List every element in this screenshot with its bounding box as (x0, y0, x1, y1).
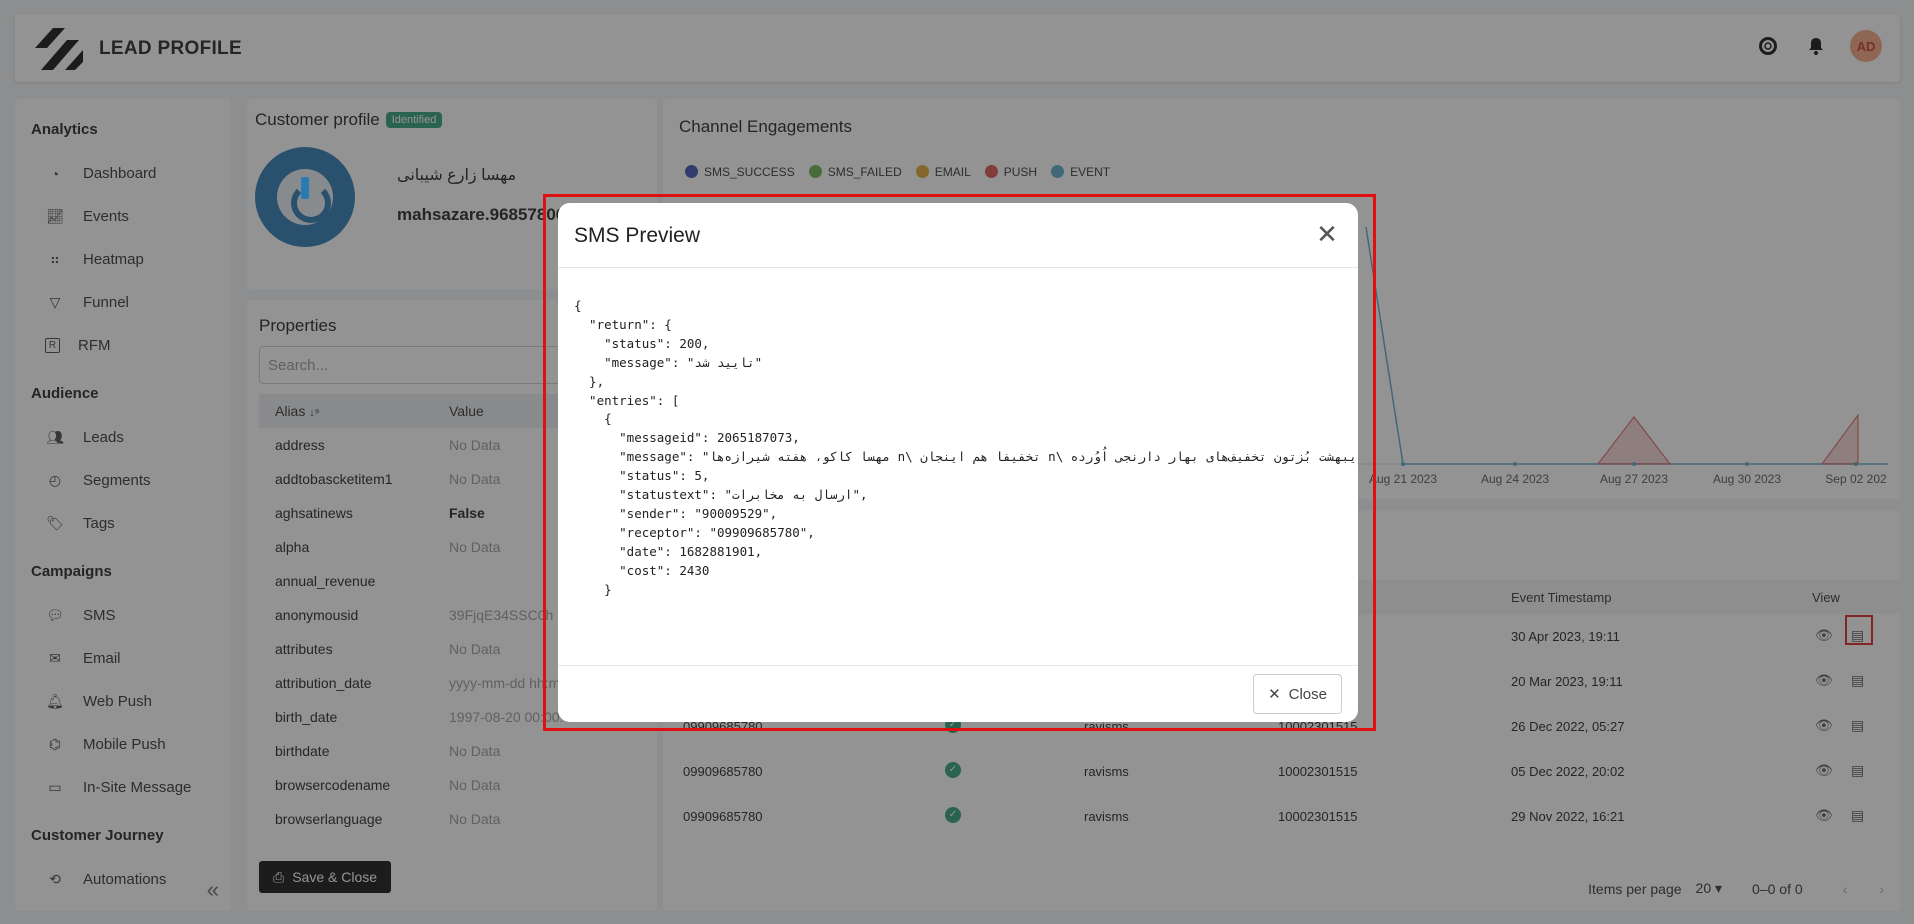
highlight-annotation (543, 194, 1376, 731)
